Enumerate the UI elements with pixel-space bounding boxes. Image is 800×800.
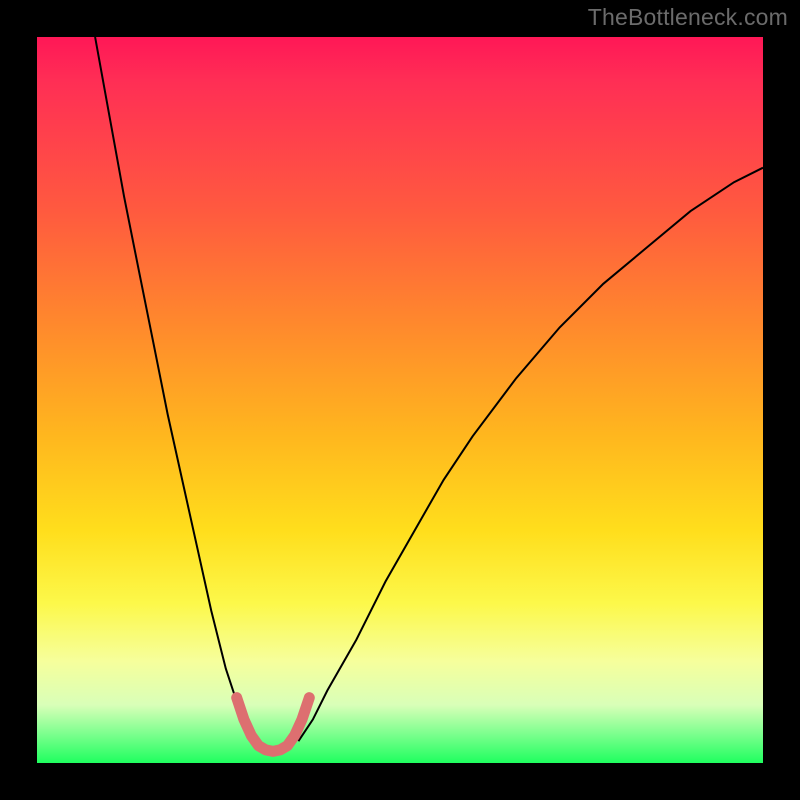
left-branch-path — [95, 37, 255, 741]
watermark-text: TheBottleneck.com — [588, 4, 788, 31]
chart-frame: TheBottleneck.com — [0, 0, 800, 800]
curve-layer — [37, 37, 763, 763]
plot-area — [37, 37, 763, 763]
highlight-band-path — [237, 698, 310, 752]
right-branch-path — [298, 168, 763, 742]
